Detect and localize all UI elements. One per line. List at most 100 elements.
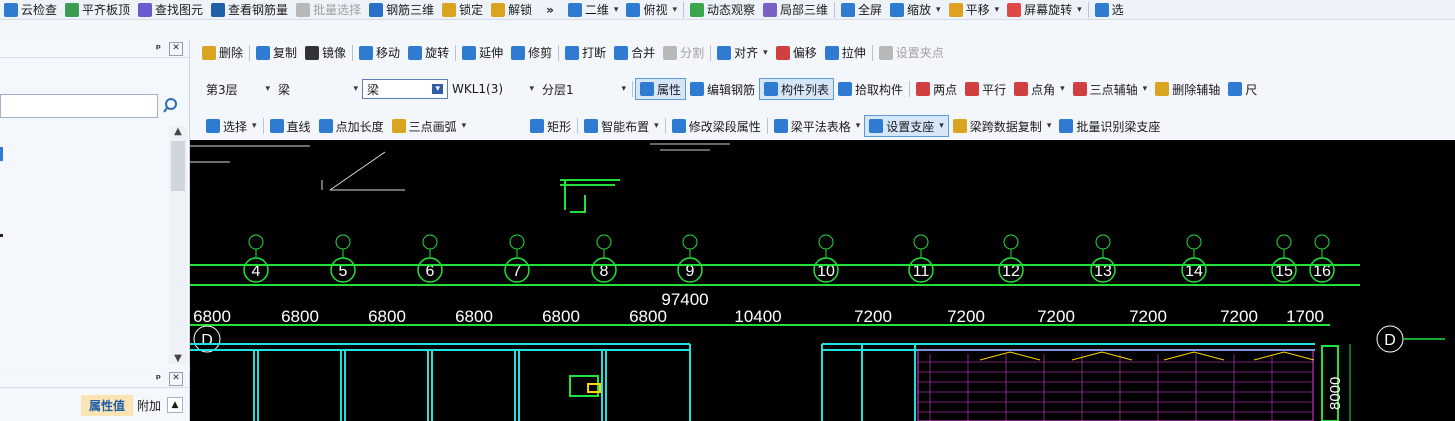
tb3-axis-button-2[interactable]: 点角 ▾	[1010, 77, 1069, 101]
tb1-right-item-8[interactable]: 选	[1091, 0, 1128, 19]
tb1-item-4[interactable]: 批量选择	[292, 0, 365, 19]
tb3-axis-button-0[interactable]: 两点	[912, 77, 961, 101]
pin-icon[interactable]: ᵖ	[156, 42, 161, 55]
pin-icon[interactable]: ᵖ	[156, 372, 161, 385]
search-field[interactable]	[1, 95, 155, 117]
scroll-thumb[interactable]	[171, 141, 185, 191]
tb1-item-0[interactable]: 云检查	[0, 0, 61, 19]
cad-drawing[interactable]: 4 5 6 7 8 9 10 11 12 13 14 15 16974006800 6800 6800 680…	[190, 140, 1455, 421]
chevron-down-icon[interactable]: ▾	[432, 84, 443, 94]
tb1-right-item-6[interactable]: 平移 ▾	[945, 0, 1004, 19]
tb2-item-13[interactable]: 设置夹点	[875, 40, 948, 65]
tb3-button-2[interactable]: 构件列表	[759, 78, 835, 100]
tb2-item-3[interactable]: 移动	[355, 40, 404, 65]
yellow-marker	[1163, 351, 1225, 361]
floor-select[interactable]: 第3层 ▾	[202, 79, 274, 99]
tb4-item2-5[interactable]: 梁跨数据复制 ▾	[949, 113, 1056, 139]
tb3-axis-button-3[interactable]: 三点辅轴 ▾	[1069, 77, 1152, 101]
tb4-item2-0[interactable]: 矩形	[526, 113, 575, 139]
tb2-item-12[interactable]: 拉伸	[821, 40, 870, 65]
tb4-item2-4[interactable]: 设置支座 ▾	[864, 115, 949, 137]
chevron-down-icon[interactable]: ▾	[654, 121, 659, 131]
tb2-item-10[interactable]: 对齐 ▾	[713, 40, 772, 65]
tb4-item2-1[interactable]: 智能布置 ▾	[580, 113, 663, 139]
trim-icon	[511, 45, 526, 60]
tab-additional[interactable]: 附加	[133, 395, 165, 416]
scroll-down-icon[interactable]: ▼	[169, 353, 187, 364]
tb2-item-0[interactable]: 删除	[198, 40, 247, 65]
chevron-down-icon[interactable]: ▾	[995, 5, 1000, 15]
tb2-item-11[interactable]: 偏移	[772, 40, 821, 65]
tb4-item2-6[interactable]: 批量识别梁支座	[1055, 113, 1164, 139]
tb2-item-0-label: 删除	[219, 46, 244, 60]
tb2-item-6[interactable]: 修剪	[507, 40, 556, 65]
tb4-item-1[interactable]: 直线	[266, 113, 315, 139]
tb1-right-item-4[interactable]: 全屏	[837, 0, 886, 19]
chevron-down-icon[interactable]: ▾	[1047, 121, 1052, 131]
chevron-down-icon[interactable]: ▾	[462, 121, 467, 131]
category-select[interactable]: 梁 ▾	[274, 79, 362, 99]
delete-icon	[202, 45, 216, 60]
tb4-item2-2[interactable]: 修改梁段属性	[668, 113, 765, 139]
search-icon[interactable]	[160, 94, 184, 118]
tb1-item-2[interactable]: 查找图元	[134, 0, 207, 19]
chevron-down-icon[interactable]: ▾	[939, 121, 944, 131]
close-icon[interactable]: ✕	[169, 41, 183, 56]
tab-property-value[interactable]: 属性值	[80, 394, 133, 416]
drawing-canvas[interactable]: 4 5 6 7 8 9 10 11 12 13 14 15 16 97400 6800 6800 6800 680…	[190, 140, 1455, 421]
close-icon[interactable]: ✕	[169, 371, 183, 386]
tb1-right-item-1[interactable]: 俯视 ▾	[622, 0, 681, 19]
tb3-axis-button-5[interactable]: 尺	[1224, 77, 1261, 101]
chevron-down-icon[interactable]: ▾	[672, 5, 677, 15]
tb3-button-0[interactable]: 属性	[635, 78, 687, 100]
tb3-button-1[interactable]: 编辑钢筋	[686, 77, 759, 101]
tb2-item-2[interactable]: 镜像	[301, 40, 350, 65]
layer-select[interactable]: 分层1 ▾	[538, 79, 630, 99]
chevron-down-icon[interactable]: ▾	[252, 121, 257, 131]
chevron-down-icon[interactable]: ▾	[936, 5, 941, 15]
tb1-item-6[interactable]: 锁定	[438, 0, 487, 19]
set-support-icon	[869, 119, 884, 133]
chevron-down-icon[interactable]: ▾	[265, 84, 270, 94]
tb1-right-item-5[interactable]: 缩放 ▾	[886, 0, 945, 19]
scroll-up-icon[interactable]: ▲	[167, 397, 183, 413]
chevron-down-icon[interactable]: ▾	[353, 84, 358, 94]
scroll-up-icon[interactable]: ▲	[169, 126, 187, 137]
chevron-down-icon[interactable]: ▾	[856, 121, 861, 131]
tb1-right-item-3[interactable]: 局部三维	[759, 0, 832, 19]
tb2-item-9[interactable]: 分割	[659, 40, 708, 65]
chevron-down-icon[interactable]: ▾	[1143, 84, 1148, 94]
separator	[632, 81, 633, 97]
chevron-down-icon[interactable]: ▾	[529, 84, 534, 94]
chevron-down-icon[interactable]: ▾	[1060, 84, 1065, 94]
tb1-right-item-0[interactable]: 二维 ▾	[564, 0, 623, 19]
tb4-item-3[interactable]: 三点画弧 ▾	[388, 113, 471, 139]
tb3-axis-button-4[interactable]: 删除辅轴	[1151, 77, 1224, 101]
tb2-item-13-label: 设置夹点	[895, 46, 944, 60]
tb4-item2-3[interactable]: 梁平法表格 ▾	[770, 113, 865, 139]
tb1-item-1[interactable]: 平齐板顶	[61, 0, 134, 19]
tb1-item-3[interactable]: 查看钢筋量	[207, 0, 292, 19]
tb3-button-3[interactable]: 拾取构件	[834, 77, 907, 101]
tb1-right-item-7[interactable]: 屏幕旋转 ▾	[1003, 0, 1086, 19]
tb4-item-0[interactable]: 选择 ▾	[202, 113, 261, 139]
tb2-item-1[interactable]: 复制	[252, 40, 301, 65]
chevron-down-icon[interactable]: ▾	[1077, 5, 1082, 15]
chevron-down-icon[interactable]: ▾	[614, 5, 619, 15]
chevron-down-icon[interactable]: ▾	[621, 84, 626, 94]
chevron-down-icon[interactable]: ▾	[763, 48, 768, 58]
tb1-right-item-2[interactable]: 动态观察	[686, 0, 759, 19]
tb2-item-8[interactable]: 合并	[610, 40, 659, 65]
overflow-button[interactable]: »	[536, 0, 564, 19]
subcategory-select[interactable]: 梁 ▾	[362, 79, 448, 99]
tb1-item-5[interactable]: 钢筋三维	[365, 0, 438, 19]
tb4-item-2[interactable]: 点加长度	[315, 113, 388, 139]
element-select[interactable]: WKL1(3) ▾	[448, 79, 538, 99]
tb3-axis-button-1[interactable]: 平行	[961, 77, 1010, 101]
panel-scrollbar[interactable]: ▲ ▼	[169, 126, 187, 364]
tb2-item-5[interactable]: 延伸	[458, 40, 507, 65]
tb2-item-4[interactable]: 旋转	[404, 40, 453, 65]
search-input[interactable]	[0, 94, 158, 118]
tb1-item-7[interactable]: 解锁	[487, 0, 536, 19]
tb2-item-7[interactable]: 打断	[561, 40, 610, 65]
